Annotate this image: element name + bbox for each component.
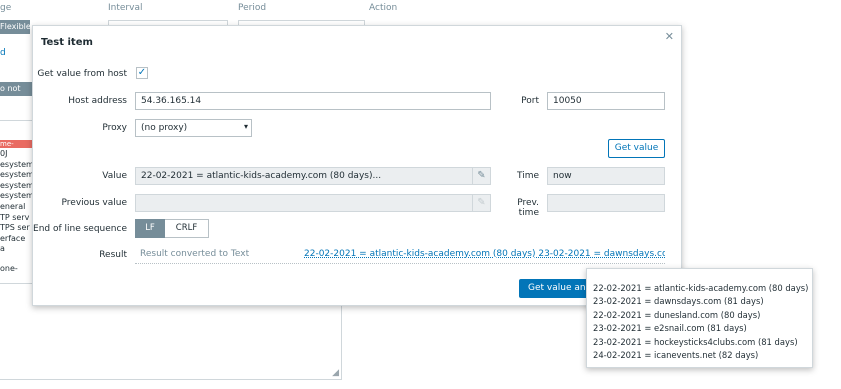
test-item-dialog: Test item ✕ Get value from host ✓ Host a…: [32, 25, 682, 306]
do-not-keep-toggle[interactable]: o not: [0, 82, 32, 96]
dialog-title: Test item: [41, 37, 93, 48]
edit-icon[interactable]: ✎: [472, 168, 490, 184]
list-item[interactable]: esystem: [0, 191, 34, 202]
time-field: now: [547, 167, 665, 185]
list-item[interactable]: esystem: [0, 170, 34, 181]
eol-sequence-toggle: LF CRLF: [135, 219, 209, 238]
proxy-select[interactable]: (no proxy) ▾: [135, 119, 252, 137]
application-list: 0J esystem esystem esystem esystem enera…: [0, 149, 34, 255]
get-value-from-host-checkbox[interactable]: ✓: [136, 67, 148, 79]
previous-value-field[interactable]: ✎: [135, 194, 491, 212]
host-address-label: Host address: [68, 96, 127, 106]
get-value-button[interactable]: Get value: [608, 139, 665, 158]
list-item[interactable]: erface a: [0, 234, 32, 255]
column-header-interval: Interval: [108, 3, 143, 13]
value-text: 22-02-2021 = atlantic-kids-academy.com (…: [141, 171, 382, 181]
divider: [0, 120, 32, 121]
chevron-down-icon: ▾: [243, 122, 248, 131]
hint-line: 23-02-2021 = e2snail.com (81 days): [593, 323, 747, 334]
host-address-input[interactable]: 54.36.165.14: [135, 92, 491, 110]
prev-time-field: [547, 194, 665, 212]
list-item[interactable]: eneral: [0, 202, 32, 213]
list-item[interactable]: TP serv: [0, 213, 32, 224]
add-link[interactable]: d: [0, 48, 6, 58]
checkmark-icon: ✓: [137, 67, 147, 78]
proxy-label: Proxy: [102, 123, 127, 133]
eol-sequence-label: End of line sequence: [33, 224, 127, 234]
close-icon[interactable]: ✕: [665, 30, 674, 43]
hint-line: 23-02-2021 = hockeysticks4clubs.com (81 …: [593, 336, 798, 347]
result-hint-popup: 22-02-2021 = atlantic-kids-academy.com (…: [586, 268, 813, 368]
hint-line: 23-02-2021 = dawnsdays.com (81 days): [593, 296, 764, 307]
eol-option-lf[interactable]: LF: [135, 219, 165, 238]
port-label: Port: [521, 96, 539, 106]
flexible-toggle[interactable]: Flexible: [0, 20, 31, 34]
eol-option-crlf[interactable]: CRLF: [165, 219, 209, 238]
value-field[interactable]: 22-02-2021 = atlantic-kids-academy.com (…: [135, 167, 491, 185]
time-label: Time: [516, 171, 539, 181]
list-item[interactable]: esystem: [0, 160, 34, 171]
list-item[interactable]: TPS ser: [0, 223, 32, 234]
resize-grip-icon[interactable]: ◢: [332, 368, 339, 378]
port-input[interactable]: 10050: [547, 92, 665, 110]
edit-icon: ✎: [472, 195, 490, 211]
hint-line: 22-02-2021 = atlantic-kids-academy.com (…: [593, 283, 809, 293]
result-label: Result: [99, 250, 127, 260]
tag-badge: me-: [0, 140, 32, 148]
column-header-action: Action: [369, 3, 398, 13]
list-item[interactable]: esystem: [0, 181, 34, 192]
value-label: Value: [102, 171, 127, 181]
prev-time-label: Prev. time: [517, 198, 539, 218]
hint-line: 24-02-2021 = icanevents.net (82 days): [593, 350, 759, 361]
column-header-period: Period: [238, 3, 267, 13]
column-header-type: ge: [0, 3, 12, 13]
list-item[interactable]: 0J: [0, 149, 32, 160]
none-option[interactable]: one-: [0, 264, 18, 273]
result-link[interactable]: 22-02-2021 = atlantic-kids-academy.com (…: [304, 249, 665, 259]
previous-value-label: Previous value: [61, 198, 127, 208]
get-value-from-host-label: Get value from host: [37, 69, 127, 79]
hint-line: 22-02-2021 = dunesland.com (80 days): [593, 309, 761, 320]
result-note: Result converted to Text: [140, 249, 250, 259]
proxy-selected-value: (no proxy): [141, 123, 188, 133]
result-row: Result converted to Text 22-02-2021 = at…: [135, 245, 665, 264]
